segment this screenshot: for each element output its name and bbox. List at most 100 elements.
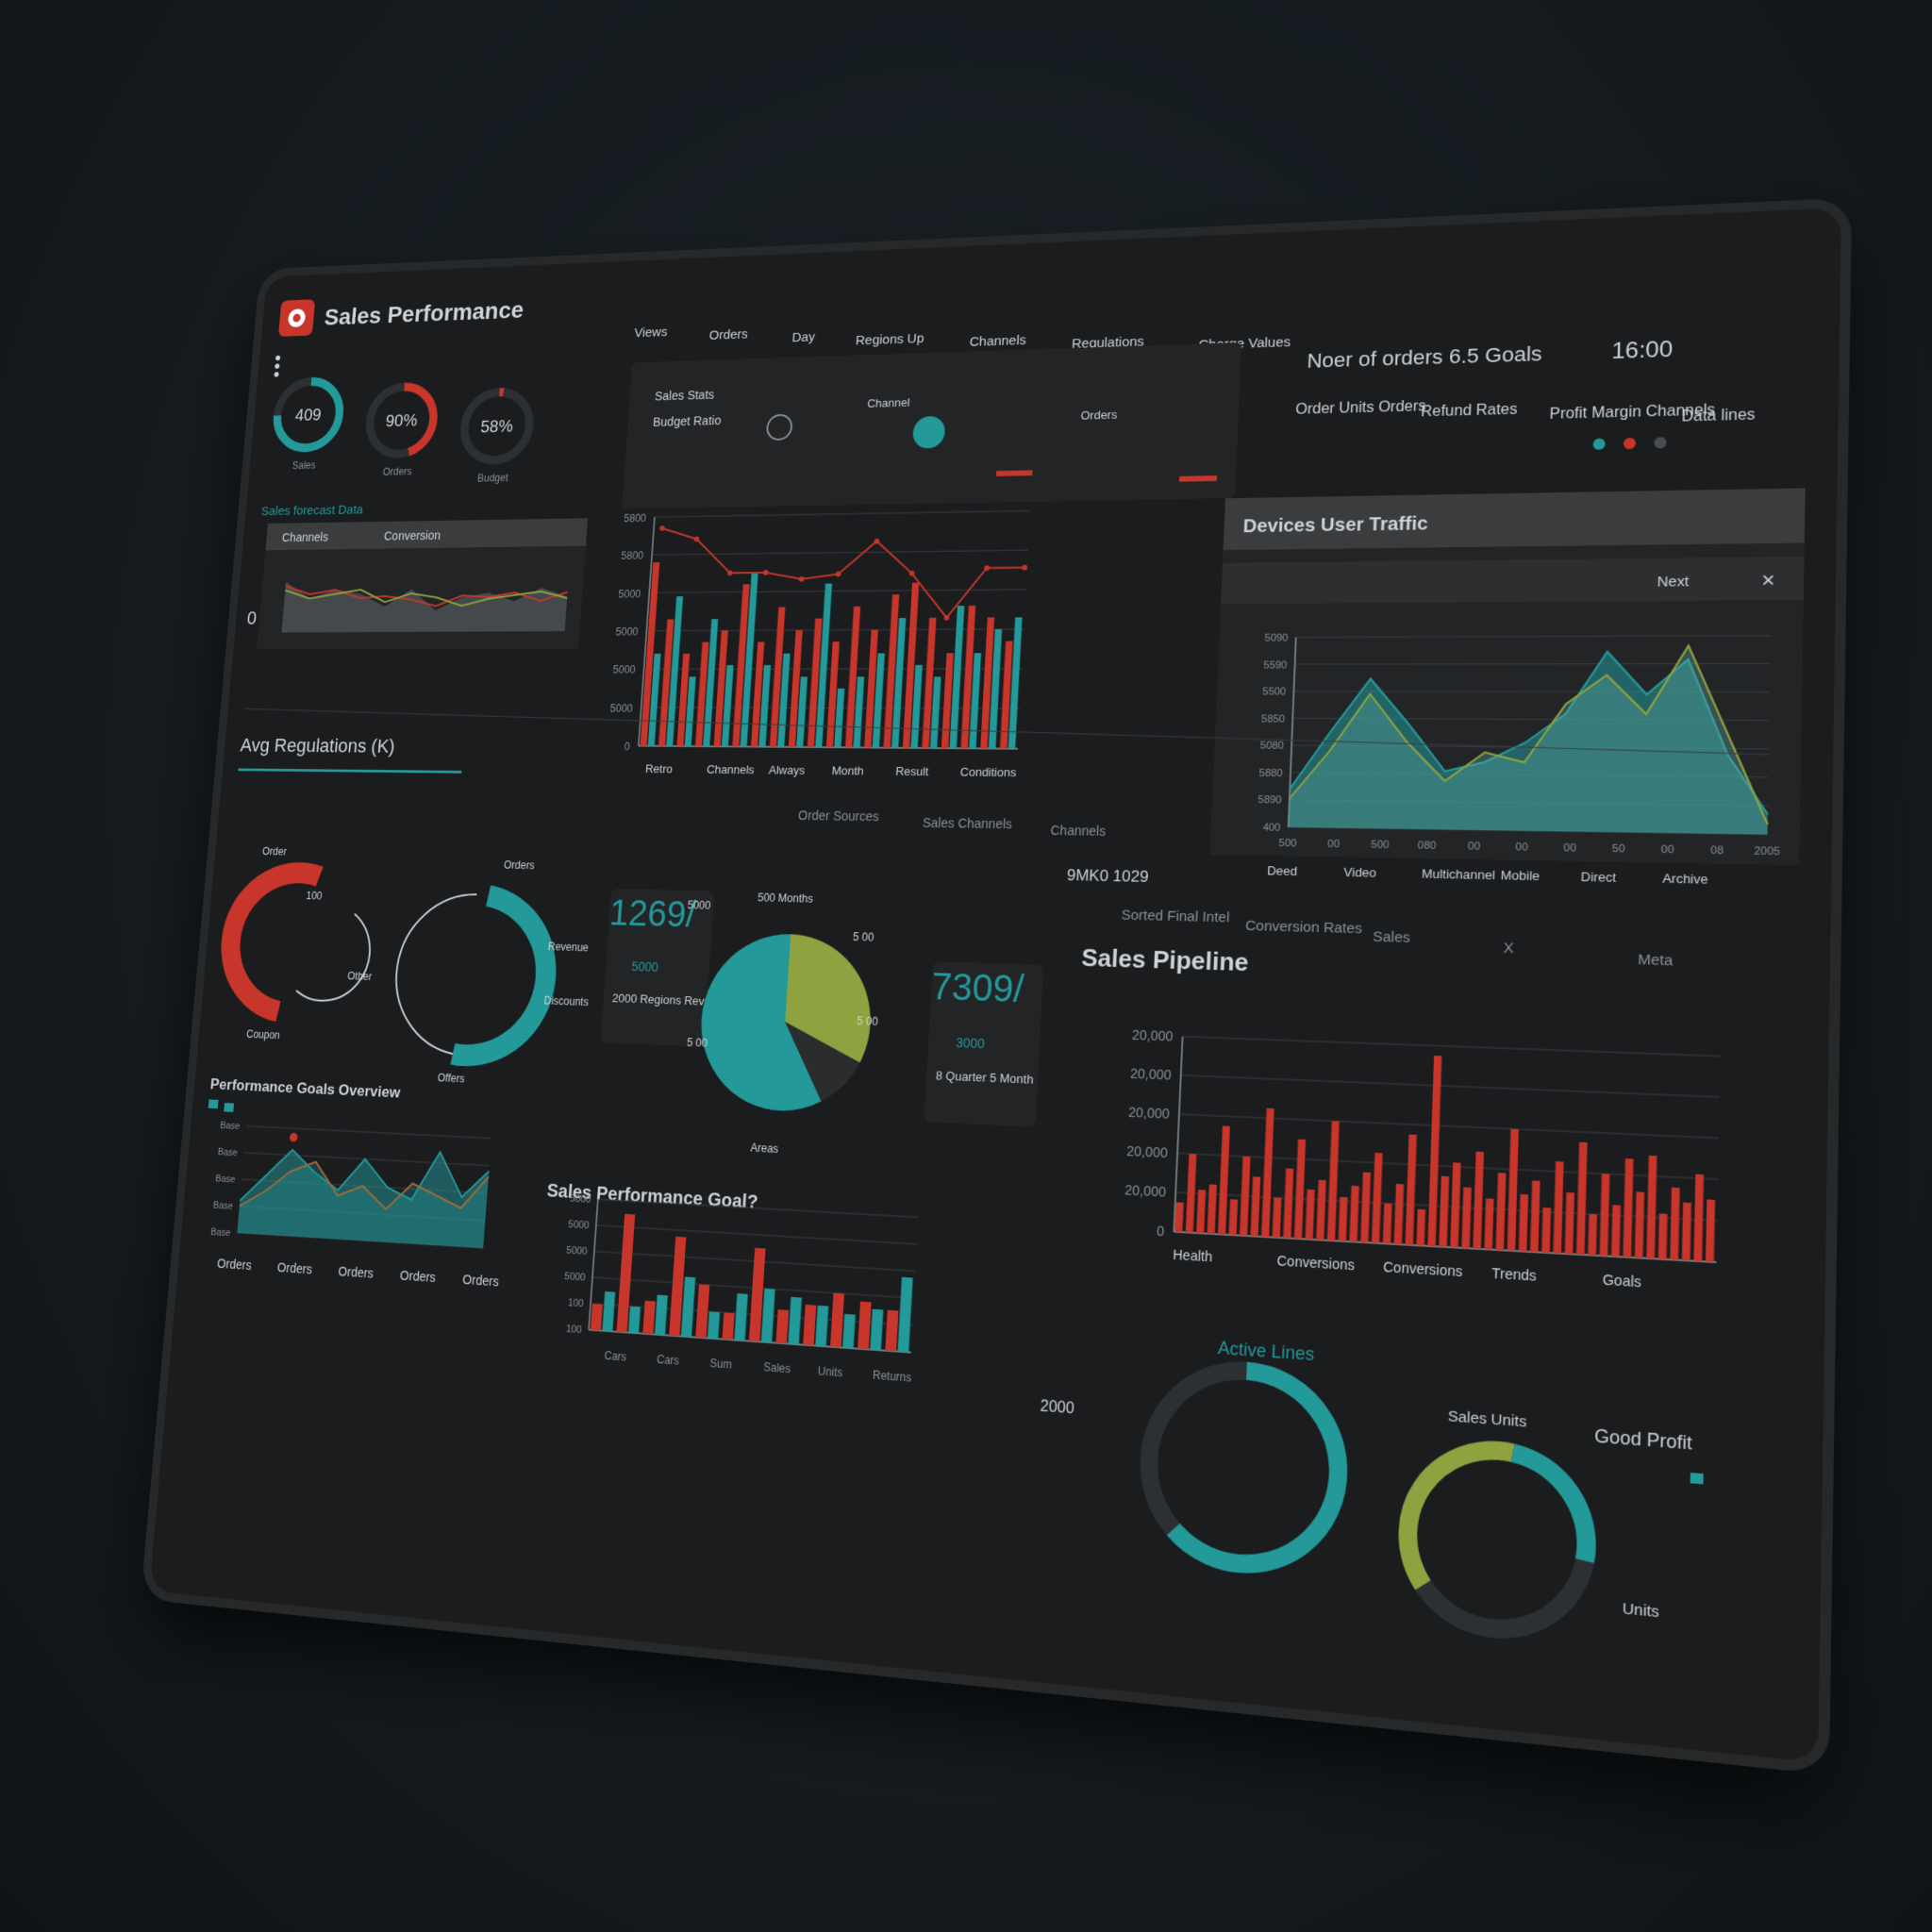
- y-tick-label: Base: [212, 1200, 233, 1211]
- trend-line: [656, 523, 1027, 620]
- bar: [1261, 1108, 1274, 1238]
- bar: [1705, 1199, 1716, 1262]
- traffic-title: Devices User Traffic: [1242, 512, 1428, 536]
- pipeline-tab[interactable]: Sales: [1373, 927, 1410, 945]
- bottom-bar-chart: 5000 5000 5000 5000 100 100 Cars Cars Sum Sales Un…: [564, 1193, 921, 1385]
- nav-item[interactable]: Orders: [708, 326, 748, 342]
- bar: [1507, 1128, 1519, 1252]
- bar: [1293, 1139, 1307, 1240]
- section-2-tab[interactable]: Channels: [1050, 823, 1107, 839]
- x-category-label: Deed: [1267, 863, 1298, 878]
- mini-line-tab2[interactable]: Conversion: [384, 528, 441, 542]
- bar: [1174, 1202, 1184, 1233]
- bar: [1450, 1162, 1461, 1248]
- bar: [707, 1311, 721, 1340]
- pie-label: 5 00: [687, 1037, 708, 1049]
- bar: [1610, 1205, 1621, 1257]
- y-tick-label: 5890: [1257, 795, 1282, 807]
- bar: [1272, 1197, 1282, 1238]
- x-category-label: Always: [769, 763, 806, 777]
- bar: [1305, 1189, 1315, 1240]
- nav-item[interactable]: Channels: [969, 332, 1026, 349]
- y-tick-label: 5800: [624, 513, 647, 525]
- legend-teal: [1690, 1473, 1704, 1485]
- nav-item[interactable]: Views: [634, 324, 668, 340]
- donut-label: Coupon: [246, 1029, 280, 1041]
- x-tick-label: Units: [817, 1365, 843, 1379]
- section-2-tab[interactable]: Sales Channels: [923, 815, 1013, 831]
- ring-fill-olive: [1407, 1444, 1513, 1593]
- bar: [1657, 1213, 1668, 1260]
- pipeline-tab[interactable]: Conversion Rates: [1245, 917, 1363, 937]
- x-tick-label: 00: [1661, 844, 1674, 857]
- trend-point: [1022, 564, 1028, 571]
- traffic-next[interactable]: Next: [1657, 573, 1689, 590]
- pipeline-tab[interactable]: Meta: [1638, 950, 1674, 968]
- trend-point: [984, 565, 991, 571]
- x-category-label: Retro: [645, 762, 674, 776]
- stat-item[interactable]: Data lines: [1681, 407, 1756, 425]
- kpi-forecast-link[interactable]: Sales forecast Data: [260, 502, 364, 518]
- x-category-label: Mobile: [1500, 868, 1540, 884]
- y-tick-label: 0: [1157, 1223, 1165, 1239]
- mini-stats-tab2[interactable]: Budget Ratio: [653, 413, 722, 429]
- bar: [695, 1284, 710, 1339]
- pipeline-tab[interactable]: X: [1504, 939, 1514, 956]
- grid-line: [1177, 1153, 1718, 1179]
- bar: [1382, 1203, 1392, 1244]
- donut-label: 100: [306, 891, 323, 902]
- legend-dot-grey: [1654, 437, 1667, 449]
- x-tick-label: 00: [1515, 841, 1528, 854]
- grid-line: [1179, 1114, 1719, 1138]
- bar: [1529, 1180, 1541, 1253]
- x-category-label: Channels: [707, 762, 755, 776]
- x-category-label: Conversions: [1383, 1258, 1463, 1279]
- kpi-ring-value: 58%: [480, 416, 514, 436]
- bar: [1228, 1199, 1239, 1236]
- sales-pipeline-title: Sales Pipeline: [1081, 944, 1249, 977]
- bar: [1196, 1190, 1207, 1234]
- mini-line-tab1[interactable]: Channels: [281, 530, 329, 544]
- section-2-label-right: 9MK0 1029: [1066, 867, 1149, 886]
- pie-label: 500 Months: [758, 892, 814, 906]
- stat-item[interactable]: Refund Rates: [1421, 402, 1518, 421]
- rings-label-right: Good Profit: [1594, 1425, 1692, 1454]
- y-tick-label: 5800: [621, 551, 644, 562]
- bar: [1575, 1141, 1588, 1256]
- grid-line: [655, 510, 1030, 517]
- y-tick-label: 5880: [1258, 768, 1283, 779]
- x-category-label: Conditions: [959, 765, 1016, 779]
- bar: [1326, 1121, 1340, 1241]
- more-vertical-icon[interactable]: [275, 355, 281, 361]
- bar: [722, 1312, 735, 1341]
- trend-point: [798, 576, 805, 582]
- scene: Sales Performance Views Orders Day Regions …: [0, 0, 1932, 1932]
- y-tick-label: 0: [624, 741, 630, 753]
- bar: [1681, 1202, 1691, 1261]
- close-icon[interactable]: ×: [1761, 570, 1775, 593]
- pipeline-tab[interactable]: Sorted Final Intel: [1121, 906, 1229, 924]
- top-right-stats: Noer of orders 6.5 Goals 16:00 Order Uni…: [1295, 336, 1756, 450]
- pie-label: 5 00: [857, 1016, 878, 1029]
- stat-item[interactable]: Order Units Orders: [1295, 398, 1426, 418]
- pie-label: 5000: [687, 900, 710, 912]
- bar: [775, 1309, 790, 1344]
- mini-stats-tab1[interactable]: Sales Stats: [655, 388, 716, 404]
- y-tick-label: 20,000: [1130, 1066, 1172, 1083]
- nav-item[interactable]: Regions Up: [855, 330, 924, 348]
- donut-label: Orders: [504, 859, 536, 872]
- x-tick-label: Returns: [873, 1370, 912, 1385]
- rings-ring2-label: Sales Units: [1448, 1407, 1527, 1430]
- dashboard-canvas: Sales Performance Views Orders Day Regions …: [149, 297, 1806, 1762]
- y-tick-label: 5000: [568, 1220, 590, 1232]
- x-tick-label: Orders: [276, 1260, 313, 1277]
- nav-item[interactable]: Day: [791, 328, 815, 344]
- performance-area-title: Performance Goals Overview: [209, 1076, 401, 1102]
- bar: [602, 1291, 616, 1332]
- bar: [830, 1292, 845, 1348]
- bar: [1316, 1179, 1326, 1241]
- x-tick-label: Sales: [763, 1361, 791, 1375]
- sales-pipeline: Sales Pipeline Sorted Final Intel Convers…: [1081, 906, 1724, 1291]
- section-2-tab[interactable]: Order Sources: [798, 808, 880, 824]
- bar: [1588, 1213, 1598, 1256]
